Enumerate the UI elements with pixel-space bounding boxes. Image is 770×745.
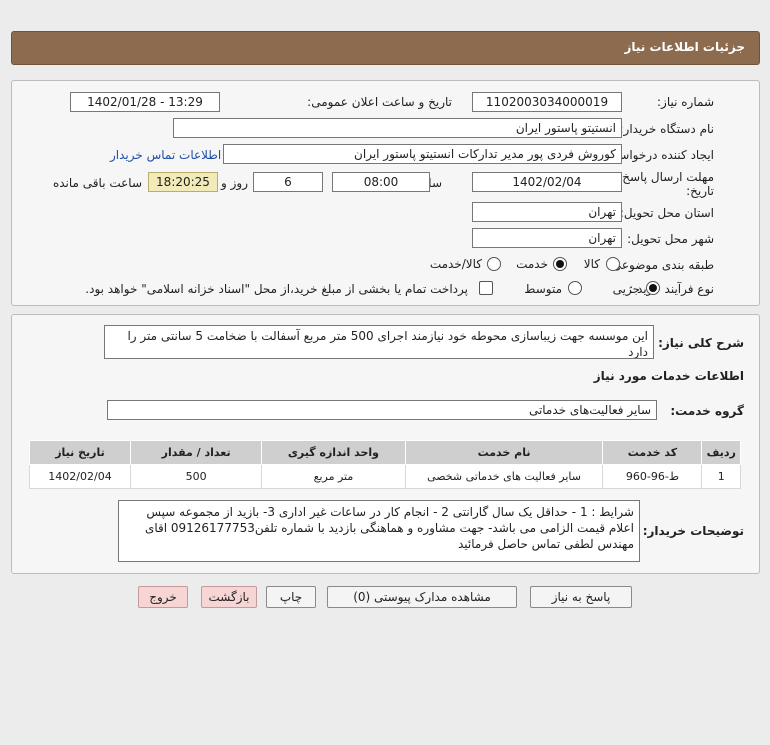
col-header-row: ردیف: [701, 440, 741, 465]
category-radio-goods-service[interactable]: [487, 257, 501, 271]
city-field: تهران: [472, 228, 622, 248]
need-number-label: شماره نیاز:: [657, 95, 714, 109]
col-header-date: تاریخ نیاز: [29, 440, 131, 465]
creator-field: کوروش فردی پور مدیر تدارکات انستیتو پاست…: [223, 144, 622, 164]
category-option-goods-service: کالا/خدمت: [429, 257, 482, 271]
category-option-goods: کالا: [583, 257, 600, 271]
process-option-medium: متوسط: [524, 282, 562, 296]
cell-row-number: 1: [701, 464, 741, 489]
days-remaining-field: 6: [253, 172, 323, 192]
treasury-payment-checkbox[interactable]: [479, 281, 493, 295]
services-heading: اطلاعات خدمات مورد نیاز: [593, 369, 744, 383]
reply-button[interactable]: پاسخ به نیاز: [530, 586, 632, 608]
cell-unit: متر مربع: [261, 464, 406, 489]
services-table-header: ردیف کد خدمت نام خدمت واحد اندازه گیری ت…: [29, 440, 741, 465]
category-radio-service[interactable]: [553, 257, 567, 271]
service-group-field: سایر فعالیت‌های خدماتی: [107, 400, 657, 420]
announce-datetime-field: 1402/01/28 - 13:29: [70, 92, 220, 112]
cell-service-code: ط-96-960: [602, 464, 703, 489]
buyer-org-field: انستیتو پاستور ایران: [173, 118, 622, 138]
announce-datetime-label: تاریخ و ساعت اعلان عمومی:: [307, 95, 452, 109]
city-label: شهر محل تحویل:: [627, 232, 714, 246]
summary-label: شرح کلی نیاز:: [658, 336, 744, 350]
treasury-payment-note: پرداخت تمام یا بخشی از مبلغ خرید،از محل …: [85, 282, 468, 296]
time-remaining-label: ساعت باقی مانده: [52, 176, 142, 190]
province-label: استان محل تحویل:: [619, 206, 714, 220]
days-label: روز و: [221, 176, 248, 190]
deadline-time-field: 08:00: [332, 172, 430, 192]
cell-need-date: 1402/02/04: [29, 464, 131, 489]
col-header-code: کد خدمت: [602, 440, 703, 465]
cell-service-name: سایر فعالیت های خدماتی شخصی: [404, 464, 604, 489]
process-option-minor: جزیی: [612, 282, 640, 296]
process-radio-minor[interactable]: [646, 281, 660, 295]
page-header: جزئیات اطلاعات نیاز: [11, 31, 760, 65]
exit-button[interactable]: خروج: [138, 586, 188, 608]
need-info-panel: [11, 80, 760, 306]
category-option-service: خدمت: [516, 257, 548, 271]
process-type-label: نوع فرآیند خرید :: [629, 282, 714, 296]
buyer-org-label: نام دستگاه خریدار:: [619, 122, 715, 136]
deadline-date-field: 1402/02/04: [472, 172, 622, 192]
category-radio-goods[interactable]: [606, 257, 620, 271]
need-number-field: 1102003034000019: [472, 92, 622, 112]
time-remaining-field: 18:20:25: [148, 172, 218, 192]
view-attachments-button[interactable]: مشاهده مدارک پیوستی (0): [327, 586, 517, 608]
col-header-unit: واحد اندازه گیری: [261, 440, 406, 465]
category-label: طبقه بندی موضوعی:: [607, 258, 714, 272]
cell-quantity: 500: [129, 464, 263, 489]
table-row: 1 ط-96-960 سایر فعالیت های خدماتی شخصی م…: [29, 464, 741, 489]
deadline-label-line1: مهلت ارسال پاسخ: تا: [607, 170, 714, 184]
col-header-name: نام خدمت: [404, 440, 604, 465]
page-title: جزئیات اطلاعات نیاز: [624, 40, 745, 54]
buyer-notes-label: توضیحات خریدار:: [642, 524, 744, 538]
deadline-label-line2: تاریخ:: [686, 184, 714, 198]
buyer-notes-field: شرایط : 1 - حداقل یک سال گارانتی 2 - انج…: [118, 500, 640, 562]
summary-field: این موسسه جهت زیباسازی محوطه خود نیازمند…: [104, 325, 654, 359]
col-header-quantity: تعداد / مقدار: [129, 440, 263, 465]
back-button[interactable]: بازگشت: [201, 586, 257, 608]
province-field: تهران: [472, 202, 622, 222]
service-group-label: گروه خدمت:: [670, 404, 744, 418]
buyer-contact-link[interactable]: اطلاعات تماس خریدار: [110, 148, 221, 162]
process-radio-medium[interactable]: [568, 281, 582, 295]
print-button[interactable]: چاپ: [266, 586, 316, 608]
services-table: ردیف کد خدمت نام خدمت واحد اندازه گیری ت…: [29, 440, 741, 489]
